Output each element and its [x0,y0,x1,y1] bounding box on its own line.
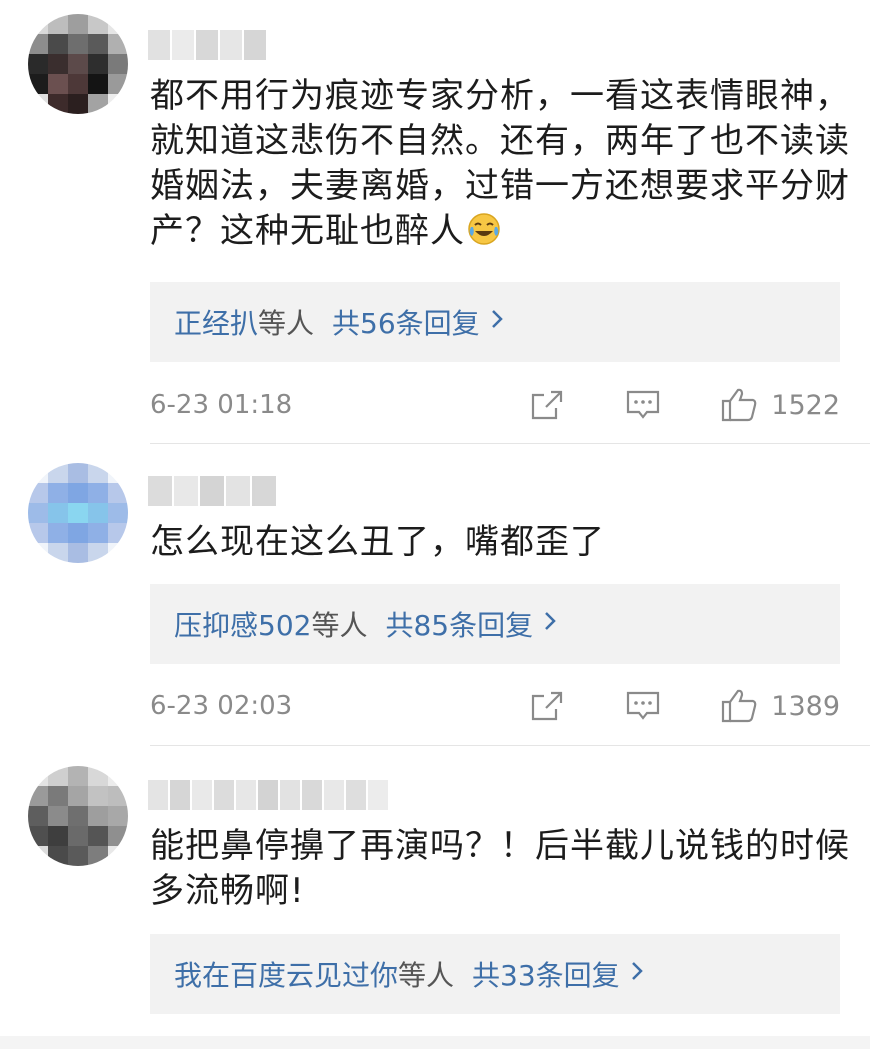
reply-names-link[interactable]: 正经扒 [174,302,258,342]
avatar[interactable] [28,14,128,114]
reply-names-link[interactable]: 压抑感502 [174,604,311,644]
reply-names-link[interactable]: 我在百度云见过你 [174,954,398,994]
reply-etc-label: 等人 [311,609,368,642]
reply-etc-label: 等人 [398,959,455,992]
comment-meta: 6-23 01:18 1522 [150,385,840,425]
divider [150,443,870,444]
comment-text: 都不用行为痕迹专家分析，一看这表情眼神，就知道这悲伤不自然。还有，两年了也不读读… [150,74,850,258]
avatar[interactable] [28,766,128,866]
chevron-right-icon [543,609,557,639]
comment-text-body: 怎么现在这么丑了，嘴都歪了 [150,522,605,562]
reply-summary[interactable]: 我在百度云见过你 等人 共33条回复 [150,934,840,1014]
comment-text: 能把鼻停擤了再演吗？！后半截儿说钱的时候多流畅啊! [150,824,850,914]
comment-icon[interactable] [623,387,663,423]
thumbs-up-icon[interactable] [719,387,759,423]
laughing-crying-emoji-icon [467,212,501,258]
username-blurred[interactable] [148,476,276,506]
comment-text: 怎么现在这么丑了，嘴都歪了 [150,520,850,565]
username-blurred[interactable] [148,780,388,810]
like-count: 1522 [771,389,840,421]
divider [150,745,870,746]
bottom-strip [0,1036,870,1049]
reply-summary[interactable]: 压抑感502 等人 共85条回复 [150,584,840,664]
like-count: 1389 [771,690,840,722]
timestamp: 6-23 02:03 [150,691,293,721]
reply-total-link[interactable]: 共33条回复 [472,954,620,994]
chevron-right-icon [630,959,644,989]
comment-meta: 6-23 02:03 1389 [150,686,840,726]
share-icon[interactable] [527,688,567,724]
timestamp: 6-23 01:18 [150,390,293,420]
reply-etc-label: 等人 [258,307,315,340]
avatar[interactable] [28,463,128,563]
share-icon[interactable] [527,387,567,423]
chevron-right-icon [490,307,504,337]
thumbs-up-icon[interactable] [719,688,759,724]
reply-total-link[interactable]: 共85条回复 [385,604,533,644]
comment-icon[interactable] [623,688,663,724]
reply-total-link[interactable]: 共56条回复 [332,302,480,342]
comment-text-body: 能把鼻停擤了再演吗？！后半截儿说钱的时候多流畅啊! [150,826,850,911]
username-blurred[interactable] [148,30,266,60]
reply-summary[interactable]: 正经扒 等人 共56条回复 [150,282,840,362]
